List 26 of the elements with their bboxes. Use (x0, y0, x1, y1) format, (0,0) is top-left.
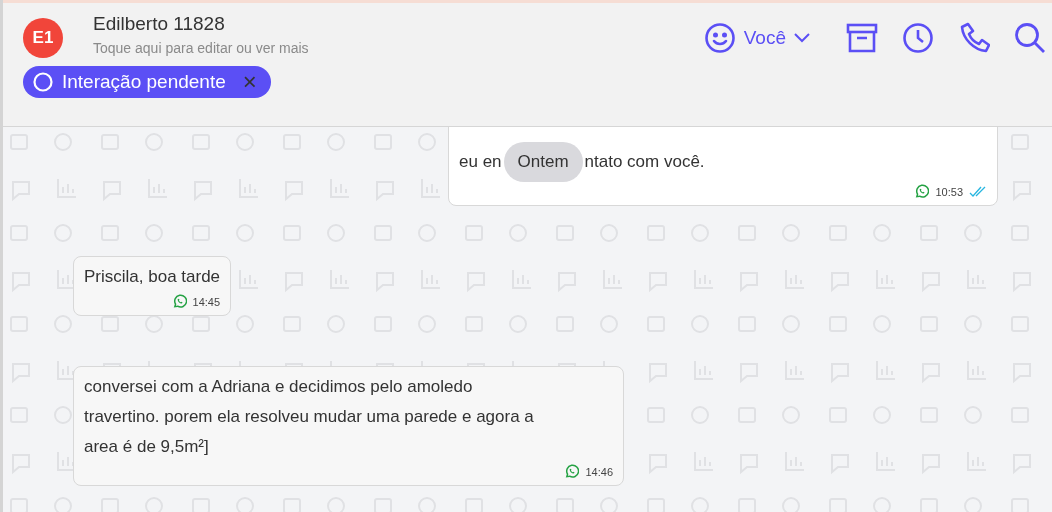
contact-name[interactable]: Edilberto 11828 (93, 13, 309, 35)
message-text: ntato com você. (584, 151, 705, 173)
search-icon[interactable] (1014, 22, 1046, 54)
message-text: Priscila, boa tarde (84, 266, 221, 288)
date-separator: Ontem (503, 142, 583, 182)
message-time: 10:53 (935, 185, 963, 198)
message-time: 14:45 (192, 295, 221, 308)
message-text: area é de 9,5m²] (84, 436, 210, 458)
chip-label: Interação pendente (62, 71, 226, 93)
contact-hint: Toque aqui para editar ou ver mais (93, 40, 309, 56)
circle-icon (33, 72, 53, 92)
whatsapp-icon (171, 294, 187, 309)
phone-icon[interactable] (958, 22, 990, 54)
caret-icon (794, 33, 810, 43)
archive-icon[interactable] (846, 23, 878, 53)
agent-dropdown[interactable]: Você (703, 22, 810, 54)
contact-avatar[interactable]: E1 (23, 18, 63, 58)
smiley-icon (703, 22, 736, 54)
whatsapp-icon (564, 464, 580, 479)
message-text: conversei com a Adriana e decidimos pelo amoledo (84, 376, 474, 398)
message-time: 14:46 (585, 465, 613, 478)
message-text: eu en (459, 151, 502, 173)
clock-icon[interactable] (902, 22, 934, 54)
message-text: travertino. porem ela resolveu mudar uma parede e agora a (84, 406, 535, 428)
status-chip[interactable]: Interação pendente × (23, 66, 271, 98)
whatsapp-icon (914, 184, 930, 199)
